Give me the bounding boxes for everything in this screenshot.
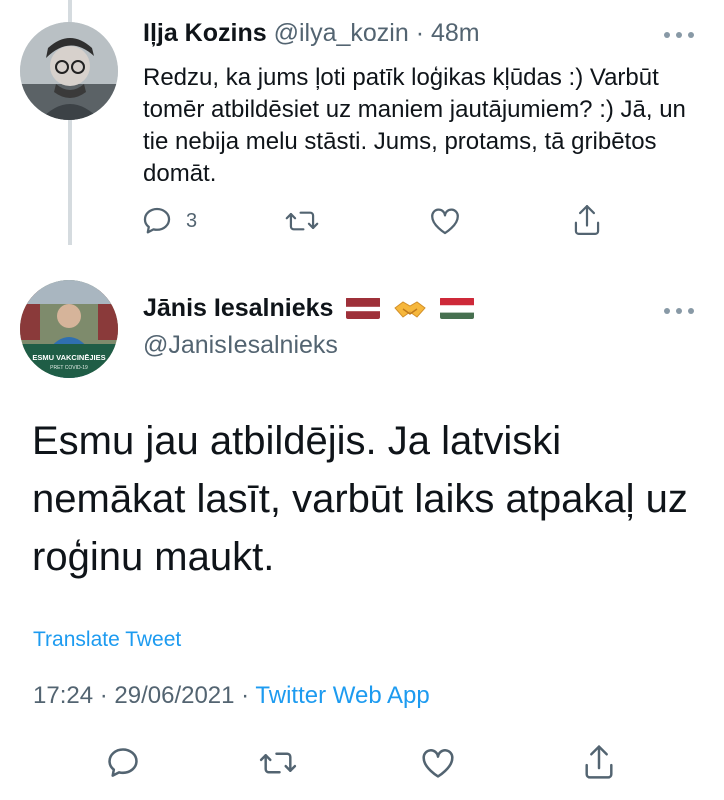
tweet-metadata: 17:24 · 29/06/2021 · Twitter Web App	[33, 682, 430, 710]
flag-latvia-icon	[346, 297, 381, 319]
main-share-button[interactable]	[580, 742, 618, 782]
comment-icon	[104, 744, 142, 782]
avatar-janis-iesalnieks[interactable]: ESMU VAKCINĒJIES PRET COVID-19	[20, 280, 118, 378]
like-button[interactable]	[428, 204, 462, 238]
reply-author-handle[interactable]: @ilya_kozin	[274, 19, 409, 47]
avatar-photo	[20, 22, 118, 120]
heart-icon	[428, 204, 462, 238]
more-dots-icon[interactable]	[664, 29, 700, 41]
reply-separator: ·	[415, 19, 425, 47]
retweet-button[interactable]	[284, 204, 320, 238]
main-author-name-line: Jānis Iesalnieks	[143, 293, 475, 323]
svg-text:PRET COVID-19: PRET COVID-19	[50, 365, 88, 371]
flag-hungary-icon	[440, 297, 475, 319]
reply-tweet-text: Redzu, ka jums ļoti patīk loģikas kļūdas…	[143, 64, 686, 187]
retweet-icon	[284, 204, 320, 238]
avatar-ilja-kozins[interactable]	[20, 22, 118, 120]
reply-author-line: Iļja Kozins @ilya_kozin · 48m	[143, 18, 480, 48]
reply-button[interactable]: 3	[140, 204, 197, 238]
reply-time[interactable]: 48m	[431, 19, 480, 47]
retweet-icon	[258, 744, 298, 782]
heart-icon	[419, 744, 457, 782]
reply-author-name[interactable]: Iļja Kozins	[143, 19, 267, 47]
main-retweet-button[interactable]	[258, 744, 298, 782]
more-dots-icon[interactable]	[664, 305, 700, 317]
tweet-source-link[interactable]: Twitter Web App	[255, 682, 429, 709]
handshake-icon	[393, 297, 427, 319]
main-like-button[interactable]	[419, 744, 457, 782]
avatar-caption: ESMU VAKCINĒJIES	[32, 353, 105, 362]
main-tweet-text: Esmu jau atbildējis. Ja latviski nemākat…	[32, 419, 688, 579]
avatar-photo: ESMU VAKCINĒJIES PRET COVID-19	[20, 280, 118, 378]
main-author-handle[interactable]: @JanisIesalnieks	[143, 330, 338, 360]
main-author-name[interactable]: Jānis Iesalnieks	[143, 294, 333, 322]
share-icon	[580, 742, 618, 782]
tweet-timestamp[interactable]: 17:24 · 29/06/2021 ·	[33, 682, 255, 709]
reply-count: 3	[186, 209, 198, 232]
share-button[interactable]	[570, 202, 604, 238]
translate-tweet-link[interactable]: Translate Tweet	[33, 628, 181, 652]
main-reply-button[interactable]	[104, 744, 142, 782]
share-icon	[570, 202, 604, 238]
comment-icon	[140, 204, 174, 238]
